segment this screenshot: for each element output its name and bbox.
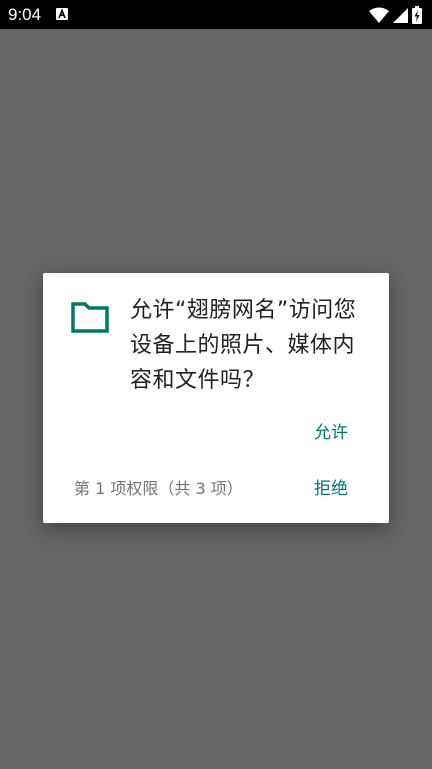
permission-counter: 第 1 项权限（共 3 项）	[74, 479, 243, 498]
wifi-icon	[369, 7, 389, 23]
allow-button[interactable]: 允许	[301, 417, 361, 449]
a-icon	[56, 8, 68, 20]
status-bar: 9:04	[0, 0, 432, 29]
status-time: 9:04	[8, 5, 42, 24]
dialog-message: 允许“翅膀网名”访问您设备上的照片、媒体内容和文件吗？	[130, 298, 357, 393]
folder-icon	[71, 301, 109, 333]
deny-button[interactable]: 拒绝	[301, 473, 361, 505]
status-icons	[369, 5, 422, 25]
permission-dialog: 允许“翅膀网名”访问您设备上的照片、媒体内容和文件吗？ 允许 第 1 项权限（共…	[43, 273, 389, 523]
cellular-signal-icon	[393, 7, 408, 23]
battery-charging-icon	[412, 6, 422, 24]
